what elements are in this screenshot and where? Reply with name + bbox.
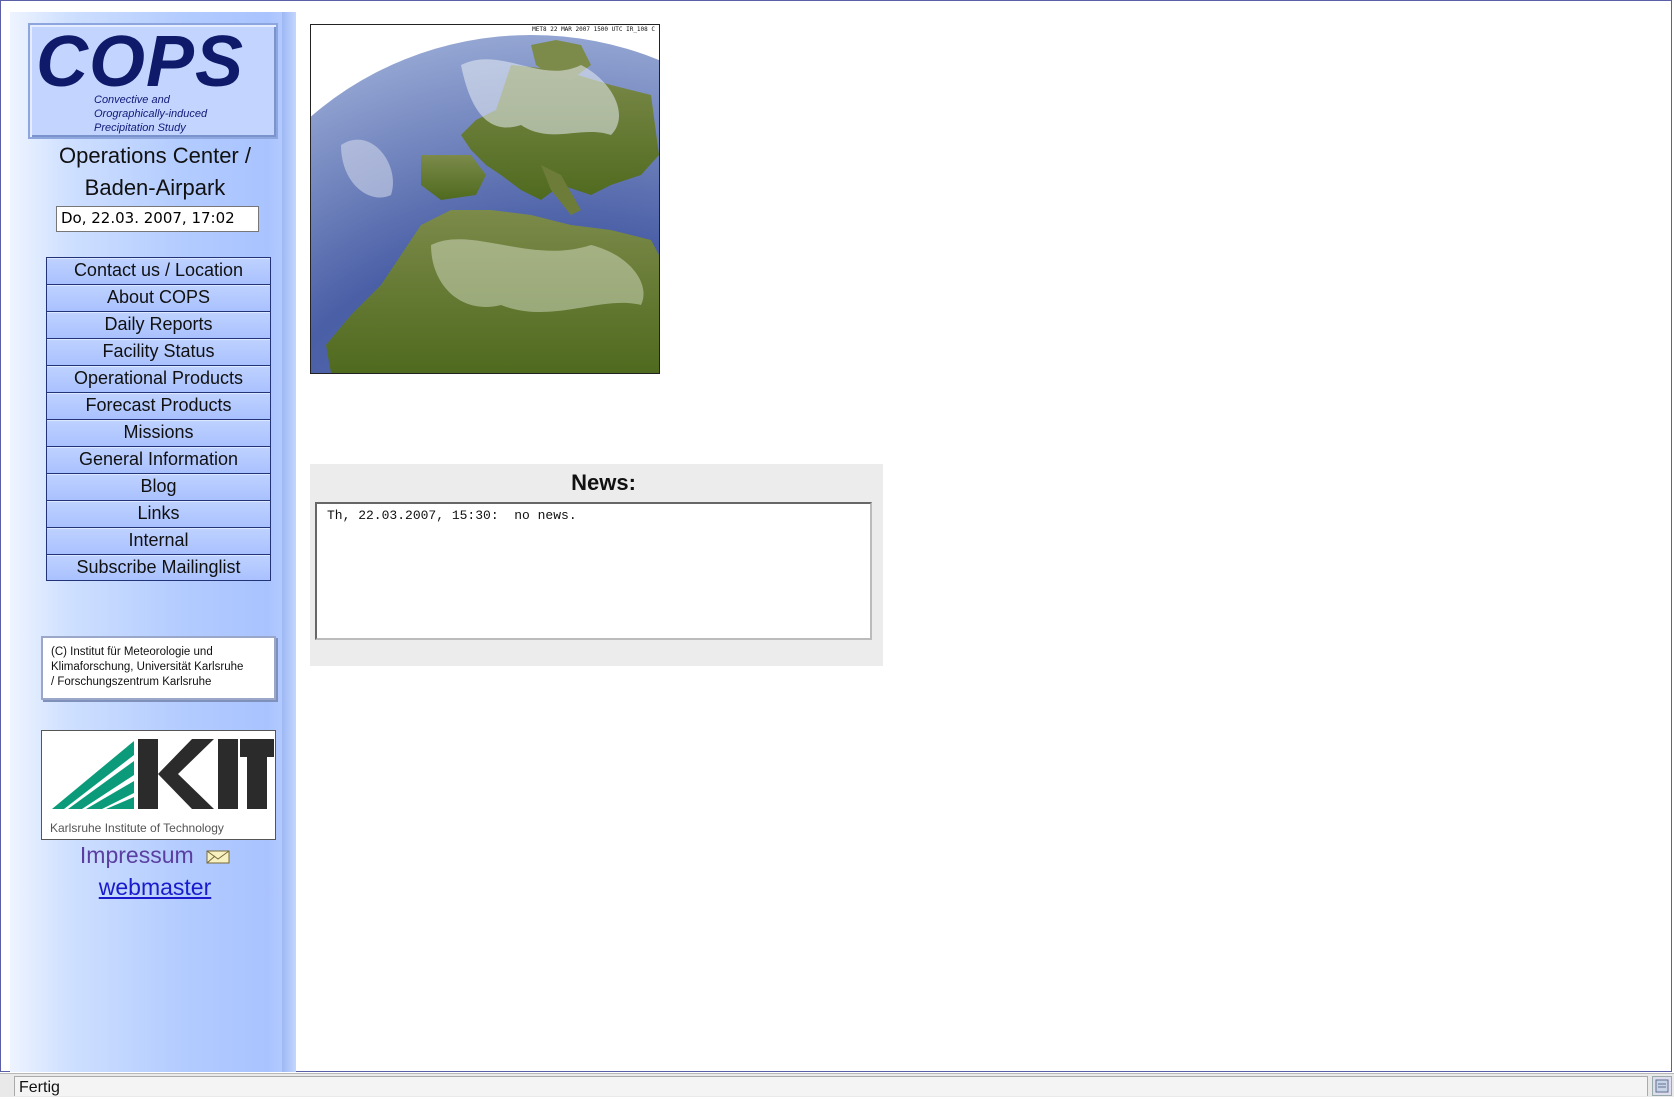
ops-title-line: Operations Center / [59, 143, 251, 168]
logo-subtitle: Convective and Orographically-induced Pr… [94, 93, 207, 135]
news-title: News: [571, 470, 636, 495]
nav-item-internal[interactable]: Internal [46, 527, 271, 554]
cops-logo[interactable]: COPS Convective and Orographically-induc… [28, 22, 278, 139]
nav-item-subscribe-mailinglist[interactable]: Subscribe Mailinglist [46, 554, 271, 581]
nav-item-about[interactable]: About COPS [46, 284, 271, 311]
nav-item-contact[interactable]: Contact us / Location [46, 257, 271, 284]
main-nav: Contact us / Location About COPS Daily R… [46, 257, 271, 581]
logo-subtitle-line: Precipitation Study [94, 122, 186, 134]
nav-item-forecast-products[interactable]: Forecast Products [46, 392, 271, 419]
ops-title-line: Baden-Airpark [84, 175, 226, 200]
copyright-notice: (C) Institut für Meteorologie und Klimaf… [41, 636, 276, 700]
news-panel: News: Th, 22.03.2007, 15:30: no news. [310, 464, 883, 666]
copyright-line: / Forschungszentrum Karlsruhe [51, 676, 212, 688]
copyright-line: Klimaforschung, Universität Karlsruhe [51, 661, 244, 673]
kit-caption: Karlsruhe Institute of Technology [50, 821, 224, 835]
nav-item-general-information[interactable]: General Information [46, 446, 271, 473]
nav-item-missions[interactable]: Missions [46, 419, 271, 446]
impressum-label: Impressum [79, 842, 194, 868]
satellite-image[interactable]: MET8 22 MAR 2007 1500 UTC IR_108 C [310, 24, 660, 374]
logo-title: COPS [36, 22, 245, 102]
nav-item-facility-status[interactable]: Facility Status [46, 338, 271, 365]
status-text: Fertig [14, 1076, 1648, 1096]
webmaster-link[interactable]: webmaster [30, 874, 280, 901]
logo-subtitle-line: Orographically-induced [94, 108, 208, 120]
satellite-earth-image [311, 25, 659, 373]
status-icon[interactable] [1652, 1076, 1672, 1096]
nav-item-daily-reports[interactable]: Daily Reports [46, 311, 271, 338]
news-textarea[interactable]: Th, 22.03.2007, 15:30: no news. [315, 502, 872, 640]
mail-icon [206, 843, 230, 870]
logo-subtitle-line: Convective and [94, 94, 170, 106]
kit-logo-icon [52, 739, 274, 809]
nav-item-blog[interactable]: Blog [46, 473, 271, 500]
impressum-link[interactable]: Impressum [30, 842, 280, 870]
nav-item-links[interactable]: Links [46, 500, 271, 527]
kit-logo[interactable]: Karlsruhe Institute of Technology [41, 730, 276, 840]
copyright-line: (C) Institut für Meteorologie und [51, 646, 213, 658]
status-bar: Fertig [0, 1073, 1674, 1097]
datetime-field: Do, 22.03. 2007, 17:02 [56, 206, 259, 232]
satellite-header: MET8 22 MAR 2007 1500 UTC IR_108 C [532, 26, 655, 33]
nav-item-operational-products[interactable]: Operational Products [46, 365, 271, 392]
operations-center-title: Operations Center / Baden-Airpark [30, 140, 280, 204]
